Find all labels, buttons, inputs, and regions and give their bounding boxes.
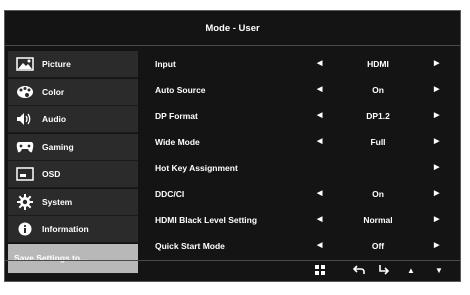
down-icon[interactable]: ▼ xyxy=(435,266,443,275)
sidebar-item-system[interactable]: System xyxy=(8,188,138,216)
sidebar-item-label: OSD xyxy=(42,169,61,179)
left-arrow-icon[interactable]: ◀ xyxy=(317,85,322,93)
right-arrow-icon[interactable]: ▶ xyxy=(434,163,439,171)
setting-row-auto-source[interactable]: Auto Source ◀ On ▶ xyxy=(155,77,455,103)
settings-list: Input ◀ HDMI ▶ Auto Source ◀ On ▶ DP For… xyxy=(155,51,455,259)
gear-icon xyxy=(14,193,36,211)
right-arrow-icon[interactable]: ▶ xyxy=(434,137,439,145)
sidebar-item-gaming[interactable]: Gaming xyxy=(8,133,138,161)
setting-value: On xyxy=(372,189,384,199)
setting-row-input[interactable]: Input ◀ HDMI ▶ xyxy=(155,51,455,77)
setting-label: Wide Mode xyxy=(155,137,200,147)
navigation-bar: ▲ ▼ xyxy=(5,260,460,281)
enter-icon[interactable] xyxy=(378,265,390,278)
right-arrow-icon[interactable]: ▶ xyxy=(434,241,439,249)
sidebar-item-label: Color xyxy=(42,86,65,97)
right-arrow-icon[interactable]: ▶ xyxy=(434,111,439,119)
setting-row-wide-mode[interactable]: Wide Mode ◀ Full ▶ xyxy=(155,129,455,155)
left-arrow-icon[interactable]: ◀ xyxy=(317,111,322,119)
osd-menu: Mode - User Picture Color Audio Gaming O… xyxy=(4,10,461,282)
setting-value: On xyxy=(372,85,384,95)
gamepad-icon xyxy=(14,138,36,156)
right-arrow-icon[interactable]: ▶ xyxy=(434,189,439,197)
setting-label: DDC/CI xyxy=(155,189,185,199)
sidebar-item-label: Gaming xyxy=(42,141,74,152)
setting-value: DP1.2 xyxy=(366,111,390,121)
back-icon[interactable] xyxy=(352,265,365,278)
left-arrow-icon[interactable]: ◀ xyxy=(317,189,322,197)
setting-label: Input xyxy=(155,59,176,69)
setting-label: DP Format xyxy=(155,111,198,121)
picture-icon xyxy=(14,55,36,73)
info-icon xyxy=(14,220,36,238)
menu-title: Mode - User xyxy=(5,11,460,46)
setting-value: HDMI xyxy=(367,59,389,69)
setting-label: HDMI Black Level Setting xyxy=(155,215,258,225)
speaker-icon xyxy=(14,110,36,128)
setting-row-quick-start-mode[interactable]: Quick Start Mode ◀ Off ▶ xyxy=(155,233,455,259)
setting-label: Quick Start Mode xyxy=(155,241,225,251)
up-icon[interactable]: ▲ xyxy=(407,266,415,275)
setting-value: Full xyxy=(370,137,386,147)
left-arrow-icon[interactable]: ◀ xyxy=(317,241,322,249)
setting-row-hdmi-black-level[interactable]: HDMI Black Level Setting ◀ Normal ▶ xyxy=(155,207,455,233)
menu-grid-icon[interactable] xyxy=(315,265,325,278)
sidebar-item-osd[interactable]: OSD xyxy=(8,161,138,188)
setting-value: Normal xyxy=(363,215,393,225)
sidebar-item-label: Information xyxy=(42,224,89,234)
left-arrow-icon[interactable]: ◀ xyxy=(317,137,322,145)
sidebar-item-color[interactable]: Color xyxy=(8,78,138,106)
left-arrow-icon[interactable]: ◀ xyxy=(317,215,322,223)
monitor-icon xyxy=(14,165,36,183)
right-arrow-icon[interactable]: ▶ xyxy=(434,215,439,223)
setting-label: Hot Key Assignment xyxy=(155,163,238,173)
setting-row-dp-format[interactable]: DP Format ◀ DP1.2 ▶ xyxy=(155,103,455,129)
sidebar-item-information[interactable]: Information xyxy=(8,216,138,243)
setting-row-ddc-ci[interactable]: DDC/CI ◀ On ▶ xyxy=(155,181,455,207)
right-arrow-icon[interactable]: ▶ xyxy=(434,85,439,93)
sidebar-item-label: Picture xyxy=(42,59,71,69)
setting-label: Auto Source xyxy=(155,85,206,95)
setting-value: Off xyxy=(371,241,385,251)
sidebar-item-label: System xyxy=(42,196,73,207)
palette-icon xyxy=(14,83,36,101)
sidebar-item-label: Audio xyxy=(42,114,67,124)
sidebar: Picture Color Audio Gaming OSD System In… xyxy=(8,51,138,274)
left-arrow-icon[interactable]: ◀ xyxy=(317,59,322,67)
sidebar-item-audio[interactable]: Audio xyxy=(8,106,138,133)
right-arrow-icon[interactable]: ▶ xyxy=(434,59,439,67)
setting-row-hot-key-assignment[interactable]: Hot Key Assignment ▶ xyxy=(155,155,455,181)
sidebar-item-picture[interactable]: Picture xyxy=(8,51,138,78)
